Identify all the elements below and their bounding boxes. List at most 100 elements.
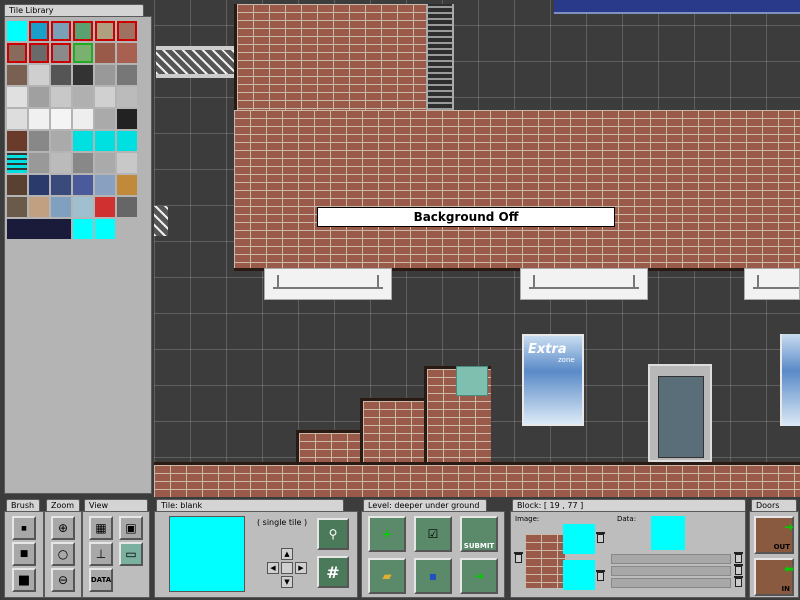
arrow-down-icon[interactable]: ▼ [281,576,293,588]
tile-texture[interactable] [51,87,71,107]
tile-texture[interactable] [73,197,93,217]
level-new-button[interactable]: + [368,516,406,552]
level-list-button[interactable]: ☑ [414,516,452,552]
tile-texture[interactable] [51,175,71,195]
tile-texture[interactable] [73,175,93,195]
tile-texture[interactable] [117,175,137,195]
tile-special[interactable] [73,21,93,41]
zoom-in-button[interactable]: ⊕ [51,516,75,540]
door-out-button[interactable]: ➜ OUT [754,516,794,554]
tile-cyan-stripe[interactable] [7,153,27,173]
tile-cyan-pattern[interactable] [73,131,93,151]
tile-special[interactable] [29,43,49,63]
zoom-out-button[interactable]: ⊖ [51,568,75,592]
tile-special[interactable] [117,21,137,41]
view-layer-button[interactable]: ▣ [119,516,143,540]
trash-icon[interactable] [596,570,605,581]
tile-texture[interactable] [117,153,137,173]
level-submit-button[interactable]: SUBMIT [460,516,498,552]
tile-texture[interactable] [73,153,93,173]
door[interactable] [648,364,712,462]
tile-texture[interactable] [95,175,115,195]
tile-texture[interactable] [29,131,49,151]
trash-icon[interactable] [734,564,743,575]
tile-find-button[interactable]: ⚲ [317,518,349,550]
trash-icon[interactable] [514,552,523,563]
view-axis-button[interactable]: ⊥ [89,542,113,566]
door-in-label: IN [781,585,790,593]
arrow-center-icon[interactable] [281,562,293,574]
trash-icon[interactable] [596,532,605,543]
tile-texture[interactable] [73,87,93,107]
zoom-reset-button[interactable]: ○ [51,542,75,566]
tile-texture[interactable] [51,131,71,151]
tile-texture[interactable] [95,153,115,173]
tile-cyan[interactable] [73,219,93,239]
tile-number-button[interactable]: # [317,556,349,588]
brush-medium-icon: ■ [19,549,29,559]
tile-texture[interactable] [117,87,137,107]
tile-texture[interactable] [51,197,71,217]
tile-cyan-pattern[interactable] [117,131,137,151]
block-data-field[interactable] [611,566,731,576]
tile-cyan-pattern[interactable] [95,131,115,151]
tile-texture[interactable] [95,109,115,129]
tile-texture[interactable] [51,109,71,129]
tile-texture[interactable] [7,131,27,151]
tile-texture[interactable] [29,109,49,129]
tile-texture[interactable] [29,175,49,195]
tile-special[interactable] [51,21,71,41]
tile-dpad[interactable]: ▲ ◀ ▶ ▼ [267,548,309,590]
tile-texture[interactable] [29,197,49,217]
tile-texture[interactable] [7,197,27,217]
tile-texture[interactable] [29,153,49,173]
tile-texture[interactable] [95,65,115,85]
shelf [264,268,392,300]
tile-texture[interactable] [73,109,93,129]
tile-texture[interactable] [7,87,27,107]
tile-texture[interactable] [117,197,137,217]
tile-texture[interactable] [51,65,71,85]
trash-icon[interactable] [734,576,743,587]
level-export-button[interactable]: ➜ [460,558,498,594]
view-grid-button[interactable]: ▦ [89,516,113,540]
background-off-banner[interactable]: Background Off [317,207,615,227]
level-open-button[interactable]: ▰ [368,558,406,594]
tile-texture[interactable] [95,87,115,107]
arrow-up-icon[interactable]: ▲ [281,548,293,560]
tile-texture[interactable] [117,109,137,129]
tile-texture[interactable] [95,197,115,217]
tile-cyan[interactable] [95,219,115,239]
arrow-left-icon[interactable]: ◀ [267,562,279,574]
view-background-button[interactable]: ▭ [119,542,143,566]
tile-brick[interactable] [95,43,115,63]
tile-texture[interactable] [51,153,71,173]
tile-texture[interactable] [73,65,93,85]
tile-texture[interactable] [7,109,27,129]
tile-texture[interactable] [7,65,27,85]
level-save-button[interactable]: ▪ [414,558,452,594]
tile-special[interactable] [7,43,27,63]
arrow-right-icon[interactable]: ▶ [295,562,307,574]
tile-special[interactable] [51,43,71,63]
door-in-button[interactable]: ⬅ IN [754,558,794,596]
block-data-field[interactable] [611,578,731,588]
brush-large-button[interactable]: ■ [12,568,36,592]
brush-medium-button[interactable]: ■ [12,542,36,566]
tile-grid[interactable] [7,21,139,243]
level-canvas[interactable]: Background Off Extra zone [154,0,800,497]
tile-blank-selected[interactable] [7,21,27,41]
tile-brick[interactable] [117,43,137,63]
tile-special[interactable] [95,21,115,41]
tile-texture[interactable] [7,175,27,195]
tile-special[interactable] [73,43,93,63]
tile-start[interactable] [29,21,49,41]
tile-texture[interactable] [29,87,49,107]
trash-icon[interactable] [734,552,743,563]
tile-texture[interactable] [117,65,137,85]
brush-small-button[interactable]: ■ [12,516,36,540]
tile-texture[interactable] [7,219,71,239]
view-data-button[interactable]: DATA [89,568,113,592]
tile-texture[interactable] [29,65,49,85]
block-data-field[interactable] [611,554,731,564]
